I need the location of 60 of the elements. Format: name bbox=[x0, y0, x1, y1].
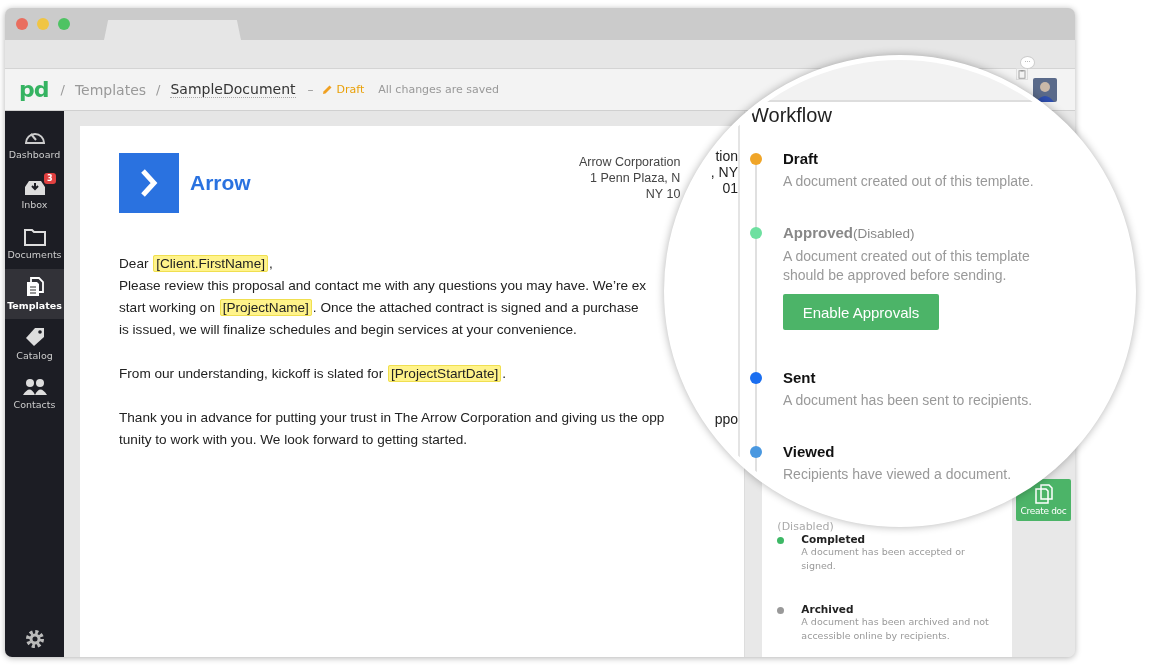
folder-icon bbox=[23, 228, 46, 246]
status-label: Draft bbox=[336, 83, 365, 96]
template-field[interactable]: [ProjectStartDate] bbox=[388, 365, 502, 382]
sidebar-item[interactable]: Templates bbox=[5, 269, 64, 319]
status-description: A document has been archived and not accessible online by recipients. bbox=[801, 615, 990, 643]
close-icon[interactable] bbox=[16, 18, 28, 30]
status-title: Viewed bbox=[783, 442, 835, 462]
status-title: Completed bbox=[801, 533, 867, 545]
template-field[interactable]: [ProjectName] bbox=[219, 299, 312, 316]
document-line: Dear [Client.FirstName] , bbox=[119, 254, 273, 274]
address-line: 1 Penn Plaza, N bbox=[590, 170, 681, 186]
minimize-icon[interactable] bbox=[37, 18, 49, 30]
status-description: Recipients have viewed a document. bbox=[783, 465, 1012, 484]
address-line: NY 10 bbox=[645, 186, 681, 202]
document-name[interactable]: SampleDocument bbox=[170, 81, 296, 98]
breadcrumb-separator: / bbox=[156, 82, 161, 97]
template-field[interactable]: [Client.FirstName] bbox=[153, 255, 269, 272]
text-fragment: ppo bbox=[714, 411, 738, 427]
sidebar-item[interactable]: Contacts bbox=[5, 369, 64, 419]
company-name: Arrow bbox=[190, 171, 251, 195]
text-fragment: , NY bbox=[710, 164, 738, 180]
status-title: Archived bbox=[801, 603, 855, 615]
pages-icon bbox=[1034, 484, 1053, 504]
settings-icon[interactable] bbox=[24, 629, 45, 649]
maximize-icon[interactable] bbox=[58, 18, 70, 30]
people-icon bbox=[22, 378, 47, 396]
text-fragment: 01 bbox=[722, 180, 738, 196]
pages-icon bbox=[24, 277, 45, 297]
separator-dash: – bbox=[307, 82, 314, 97]
status-description: A document created out of this template. bbox=[783, 172, 1034, 191]
document-line: tunity to work with you. We look forward to getting started. bbox=[119, 431, 468, 449]
status-description: A document created out of this template should be approved before sending. bbox=[783, 247, 1031, 285]
status-title: Approved(Disabled) bbox=[783, 223, 915, 243]
status-description: A document has been sent to recipients. bbox=[783, 391, 1033, 410]
inbox-icon bbox=[23, 178, 46, 196]
sidebar-item[interactable]: Dashboard bbox=[5, 119, 64, 169]
address-line: Arrow Corporation bbox=[578, 154, 681, 170]
sidebar-item[interactable]: Documents bbox=[5, 219, 64, 269]
status-title: Sent bbox=[783, 368, 816, 388]
document-line: Please review this proposal and contact me with any questions you may have. We’re ex bbox=[119, 277, 647, 295]
workflow-title: Workflow bbox=[750, 103, 833, 128]
document-line: Thank you in advance for putting your trust in The Arrow Corporation and giving us the opp bbox=[119, 409, 665, 427]
document-line: start working on [ProjectName] . Once the attached contract is signed and a purchase bbox=[119, 298, 639, 318]
chevron-logo-icon bbox=[119, 153, 179, 213]
status-title: Draft bbox=[783, 149, 818, 169]
document-line: is issued, we will finalize schedules and begin services at your convenience. bbox=[119, 321, 577, 339]
document-line: From our understanding, kickoff is slated for [ProjectStartDate] . bbox=[119, 364, 507, 384]
sidebar-item[interactable]: Catalog bbox=[5, 319, 64, 369]
status-description: A document has been accepted or signed. bbox=[801, 545, 966, 573]
pencil-icon bbox=[321, 84, 333, 95]
save-status: All changes are saved bbox=[378, 83, 500, 96]
status-note: (Disabled) bbox=[777, 521, 835, 533]
document-icon[interactable] bbox=[1016, 68, 1028, 80]
browser-tab[interactable] bbox=[104, 20, 241, 40]
tag-icon bbox=[24, 327, 45, 347]
breadcrumb-separator: / bbox=[60, 82, 65, 97]
sidebar-item[interactable]: 3 Inbox bbox=[5, 169, 64, 219]
avatar[interactable] bbox=[1033, 77, 1057, 102]
count-badge: 3 bbox=[43, 173, 56, 184]
text-fragment: tion bbox=[715, 148, 738, 164]
